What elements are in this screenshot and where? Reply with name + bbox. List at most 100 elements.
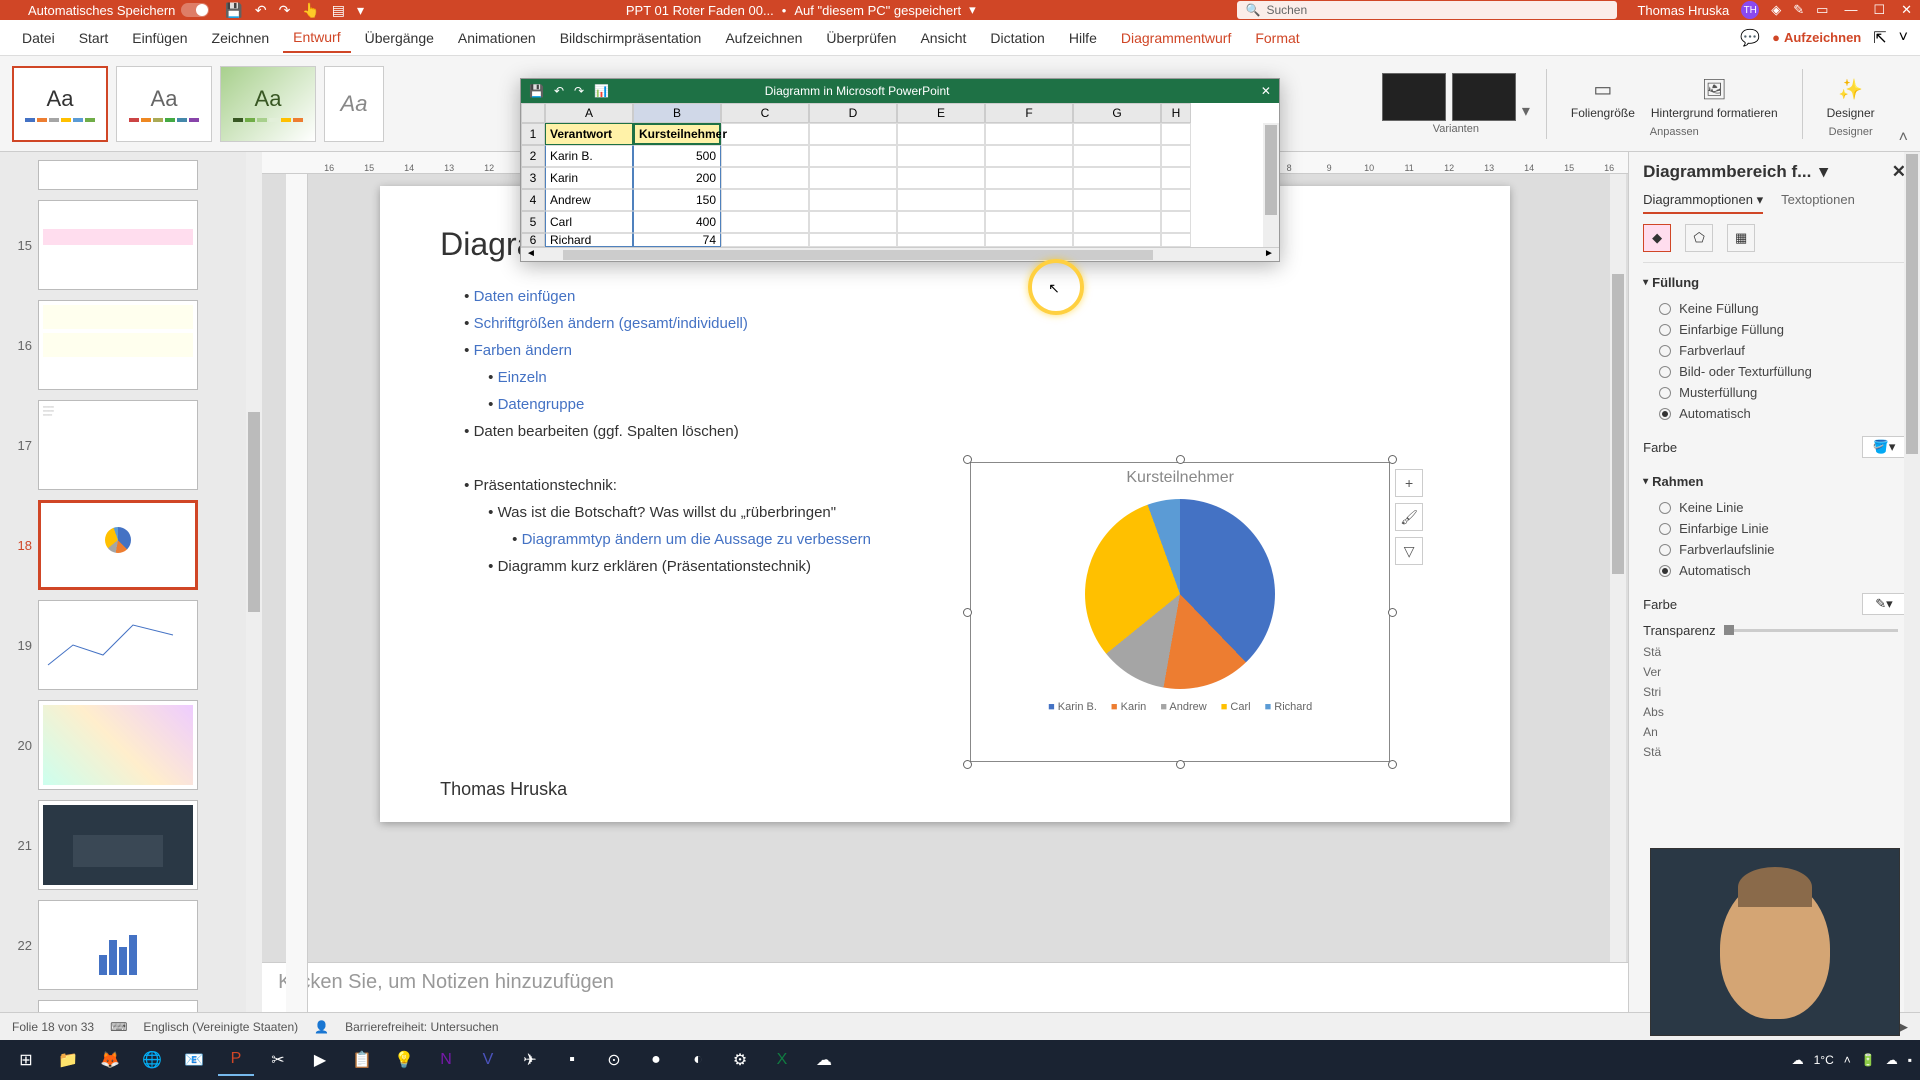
undo-icon[interactable]: ↶ bbox=[255, 2, 267, 19]
tab-entwurf[interactable]: Entwurf bbox=[283, 23, 350, 53]
cell-b3[interactable]: 200 bbox=[633, 167, 721, 189]
temperature[interactable]: 1°C bbox=[1814, 1053, 1834, 1067]
thumb-14-partial[interactable] bbox=[38, 160, 198, 190]
teams-icon[interactable]: V bbox=[470, 1044, 506, 1076]
autosave-toggle[interactable]: Automatisches Speichern bbox=[28, 3, 209, 18]
col-header-c[interactable]: C bbox=[721, 103, 809, 123]
thumb-15[interactable] bbox=[38, 200, 198, 290]
redo-icon[interactable]: ↷ bbox=[279, 2, 291, 19]
language-indicator[interactable]: Englisch (Vereinigte Staaten) bbox=[143, 1020, 298, 1034]
row-header-6[interactable]: 6 bbox=[521, 233, 545, 247]
select-all-cell[interactable] bbox=[521, 103, 545, 123]
settings-icon[interactable]: ⚙ bbox=[722, 1044, 758, 1076]
datasheet-scroll-h[interactable]: ◄ ► bbox=[521, 247, 1279, 261]
maximize-button[interactable]: ☐ bbox=[1873, 2, 1885, 18]
row-header-3[interactable]: 3 bbox=[521, 167, 545, 189]
app-icon-6[interactable]: ◐ bbox=[680, 1044, 716, 1076]
chart-filter-button[interactable]: ▽ bbox=[1395, 537, 1423, 565]
ds-undo-icon[interactable]: ↶ bbox=[554, 84, 564, 98]
tab-diagrammentwurf[interactable]: Diagrammentwurf bbox=[1111, 24, 1241, 52]
thumb-16[interactable] bbox=[38, 300, 198, 390]
fill-line-icon[interactable]: ◆ bbox=[1643, 224, 1671, 252]
variants-more-icon[interactable]: ▾ bbox=[1522, 101, 1530, 121]
app-icon-1[interactable]: 📋 bbox=[344, 1044, 380, 1076]
thumb-20[interactable] bbox=[38, 700, 198, 790]
cell-b1[interactable]: Kursteilnehmer bbox=[633, 123, 721, 145]
cell-b6[interactable]: 74 bbox=[633, 233, 721, 247]
radio-no-fill[interactable]: Keine Füllung bbox=[1659, 298, 1906, 319]
editor-scrollbar[interactable] bbox=[1610, 174, 1626, 962]
document-title[interactable]: PPT 01 Roter Faden 00... • Auf "diesem P… bbox=[626, 2, 976, 18]
collapse-icon[interactable]: ˄ bbox=[1899, 129, 1908, 147]
tab-einfuegen[interactable]: Einfügen bbox=[122, 24, 197, 52]
row-header-1[interactable]: 1 bbox=[521, 123, 545, 145]
col-header-a[interactable]: A bbox=[545, 103, 633, 123]
save-icon[interactable]: 💾 bbox=[225, 2, 242, 19]
cell-a1[interactable]: Verantwort bbox=[545, 123, 633, 145]
pane-scrollbar[interactable] bbox=[1904, 152, 1920, 1012]
variant-2[interactable] bbox=[1452, 73, 1516, 121]
radio-gradient-line[interactable]: Farbverlaufslinie bbox=[1659, 539, 1906, 560]
pane-dropdown-icon[interactable]: ▾ bbox=[1819, 162, 1828, 182]
minimize-button[interactable]: — bbox=[1844, 2, 1857, 18]
share-icon[interactable]: ⇱ bbox=[1873, 28, 1886, 48]
theme-3[interactable]: Aa bbox=[220, 66, 316, 142]
tray-chevron-icon[interactable]: ˄ bbox=[1844, 1053, 1851, 1067]
designer-button[interactable]: ✨ Designer bbox=[1819, 70, 1883, 124]
tab-aufzeichnen[interactable]: Aufzeichnen bbox=[715, 24, 812, 52]
col-header-b[interactable]: B bbox=[633, 103, 721, 123]
variant-1[interactable] bbox=[1382, 73, 1446, 121]
user-name[interactable]: Thomas Hruska bbox=[1637, 3, 1729, 18]
comments-icon[interactable]: 💬 bbox=[1740, 28, 1760, 48]
slide-size-button[interactable]: ▭ Foliengröße bbox=[1563, 70, 1643, 124]
fill-color-button[interactable]: 🪣▾ bbox=[1862, 436, 1906, 458]
weather-icon[interactable]: ☁ bbox=[1792, 1053, 1804, 1067]
powerpoint-icon[interactable]: P bbox=[218, 1044, 254, 1076]
tab-ansicht[interactable]: Ansicht bbox=[910, 24, 976, 52]
user-avatar[interactable]: TH bbox=[1741, 1, 1759, 19]
slide-counter[interactable]: Folie 18 von 33 bbox=[12, 1020, 94, 1034]
thumb-21[interactable] bbox=[38, 800, 198, 890]
cell-b5[interactable]: 400 bbox=[633, 211, 721, 233]
cell-b2[interactable]: 500 bbox=[633, 145, 721, 167]
app-icon-3[interactable]: ▪ bbox=[554, 1044, 590, 1076]
col-header-h[interactable]: H bbox=[1161, 103, 1191, 123]
radio-picture-fill[interactable]: Bild- oder Texturfüllung bbox=[1659, 361, 1906, 382]
radio-auto-line[interactable]: Automatisch bbox=[1659, 560, 1906, 581]
snip-icon[interactable]: ✂ bbox=[260, 1044, 296, 1076]
row-header-5[interactable]: 5 bbox=[521, 211, 545, 233]
thumb-23[interactable] bbox=[38, 1000, 198, 1012]
row-header-2[interactable]: 2 bbox=[521, 145, 545, 167]
vlc-icon[interactable]: ▶ bbox=[302, 1044, 338, 1076]
radio-pattern-fill[interactable]: Musterfüllung bbox=[1659, 382, 1906, 403]
tray-battery-icon[interactable]: 🔋 bbox=[1861, 1053, 1876, 1067]
cell-a5[interactable]: Carl bbox=[545, 211, 633, 233]
app-icon-4[interactable]: ⊙ bbox=[596, 1044, 632, 1076]
cell-a6[interactable]: Richard bbox=[545, 233, 633, 247]
radio-no-line[interactable]: Keine Linie bbox=[1659, 497, 1906, 518]
datasheet-scroll-v[interactable] bbox=[1263, 123, 1279, 247]
tray-app-icon[interactable]: ▪ bbox=[1908, 1053, 1912, 1067]
chart-add-element-button[interactable]: + bbox=[1395, 469, 1423, 497]
pie-chart[interactable] bbox=[1085, 499, 1275, 689]
outlook-icon[interactable]: 📧 bbox=[176, 1044, 212, 1076]
section-fill[interactable]: Füllung bbox=[1643, 275, 1906, 290]
cell-a3[interactable]: Karin bbox=[545, 167, 633, 189]
start-button[interactable]: ⊞ bbox=[8, 1044, 44, 1076]
tab-hilfe[interactable]: Hilfe bbox=[1059, 24, 1107, 52]
chart-title[interactable]: Kursteilnehmer bbox=[971, 469, 1389, 487]
tab-dictation[interactable]: Dictation bbox=[980, 24, 1054, 52]
tab-zeichnen[interactable]: Zeichnen bbox=[202, 24, 280, 52]
section-border[interactable]: Rahmen bbox=[1643, 474, 1906, 489]
row-header-4[interactable]: 4 bbox=[521, 189, 545, 211]
tab-bildschirm[interactable]: Bildschirmpräsentation bbox=[550, 24, 712, 52]
telegram-icon[interactable]: ✈ bbox=[512, 1044, 548, 1076]
datasheet-header[interactable]: 💾 ↶ ↷ 📊 Diagramm in Microsoft PowerPoint… bbox=[521, 79, 1279, 103]
cell-a2[interactable]: Karin B. bbox=[545, 145, 633, 167]
transparency-slider[interactable] bbox=[1724, 629, 1898, 632]
theme-1[interactable]: Aa bbox=[12, 66, 108, 142]
chart-style-button[interactable]: 🖌 bbox=[1395, 503, 1423, 531]
cell-b4[interactable]: 150 bbox=[633, 189, 721, 211]
cell-a4[interactable]: Andrew bbox=[545, 189, 633, 211]
col-header-g[interactable]: G bbox=[1073, 103, 1161, 123]
